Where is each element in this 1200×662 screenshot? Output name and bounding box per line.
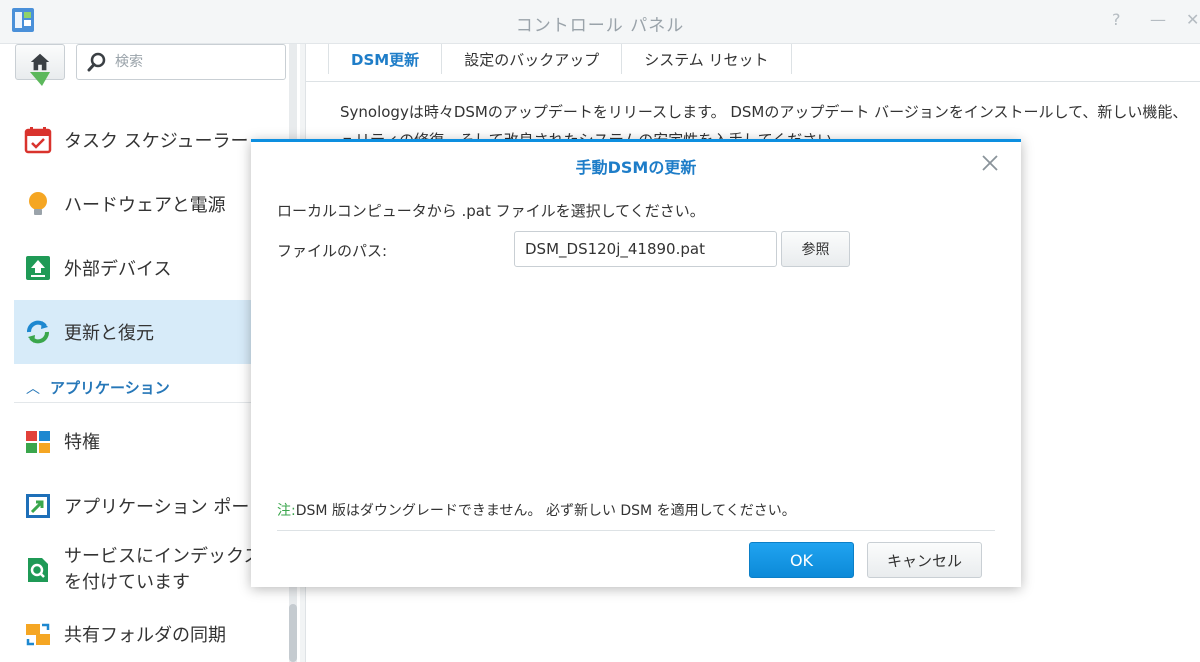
help-icon[interactable]: ? — [1112, 10, 1121, 29]
lightbulb-icon — [24, 190, 52, 218]
file-path-field[interactable] — [514, 231, 777, 267]
tab-system-reset[interactable]: システム リセット — [622, 44, 792, 74]
title-bar: コントロール パネル ? — ✕ — [0, 0, 1200, 44]
sidebar-item-label: 外部デバイス — [64, 259, 172, 280]
sidebar-item-label: 共有フォルダの同期 — [64, 625, 226, 646]
note-prefix: 注: — [277, 503, 296, 519]
task-scheduler-icon — [24, 126, 52, 154]
dialog-title: 手動DSMの更新 — [575, 158, 697, 177]
indexing-service-icon — [24, 556, 52, 584]
sidebar-item-label: タスク スケジューラー — [64, 131, 249, 152]
dialog-instruction: ローカルコンピュータから .pat ファイルを選択してください。 — [277, 202, 705, 220]
home-icon — [30, 53, 50, 71]
sidebar-item-label: 更新と復元 — [64, 323, 154, 344]
tab-divider — [306, 81, 1200, 82]
sidebar-item-external-devices[interactable]: 外部デバイス — [14, 236, 290, 300]
close-window-icon[interactable]: ✕ — [1186, 10, 1199, 29]
sidebar-item-hardware-power[interactable]: ハードウェアと電源 — [14, 172, 290, 236]
chevron-up-icon: ︿ — [26, 380, 40, 397]
minimize-icon[interactable]: — — [1150, 10, 1166, 29]
search-input[interactable] — [115, 51, 280, 73]
dialog-note: 注:DSM 版はダウングレードできません。 必ず新しい DSM を適用してくださ… — [277, 500, 796, 520]
scrollbar-thumb[interactable] — [289, 604, 297, 662]
ok-button[interactable]: OK — [749, 542, 854, 578]
sidebar-item-label: 特権 — [64, 432, 100, 453]
close-icon[interactable] — [979, 152, 1001, 174]
section-header-label: アプリケーション — [50, 379, 170, 397]
tab-config-backup[interactable]: 設定のバックアップ — [442, 44, 623, 74]
description-line-1: Synologyは時々DSMのアップデートをリリースします。 DSMのアップデー… — [340, 103, 1188, 121]
tab-dsm-update[interactable]: DSM更新 — [328, 44, 443, 74]
search-icon — [87, 52, 106, 72]
privileges-icon — [24, 427, 52, 455]
sidebar-item-label: ハードウェアと電源 — [64, 195, 226, 216]
partial-icon — [30, 72, 50, 86]
shared-folder-sync-icon — [24, 620, 52, 648]
sidebar-item-shared-folder-sync[interactable]: 共有フォルダの同期 — [14, 602, 290, 662]
sidebar-item-indexing-service[interactable]: サービスにインデックスを付けています — [14, 538, 290, 602]
note-text: DSM 版はダウングレードできません。 必ず新しい DSM を適用してください。 — [295, 503, 796, 519]
tab-bar: DSM更新 設定のバックアップ システム リセット — [328, 44, 792, 74]
file-path-label: ファイルのパス: — [277, 242, 388, 260]
window-title: コントロール パネル — [515, 16, 685, 36]
update-description: Synologyは時々DSMのアップデートをリリースします。 DSMのアップデー… — [340, 98, 1200, 144]
sidebar-item-label: サービスにインデックスを付けています — [64, 546, 262, 593]
sidebar-item-update-restore[interactable]: 更新と復元 — [14, 300, 290, 364]
external-device-icon — [24, 254, 52, 282]
manual-dsm-update-dialog: 手動DSMの更新 ローカルコンピュータから .pat ファイルを選択してください… — [251, 139, 1021, 587]
sidebar-item-task-scheduler[interactable]: タスク スケジューラー — [14, 108, 290, 172]
update-restore-icon — [24, 318, 52, 346]
sidebar-item-partial — [14, 72, 290, 88]
sidebar-item-application-portal[interactable]: アプリケーション ポータル — [14, 474, 290, 538]
app-portal-icon — [24, 492, 52, 520]
cancel-button[interactable]: キャンセル — [867, 542, 982, 578]
section-header-applications[interactable]: ︿ アプリケーション — [14, 373, 290, 403]
browse-button[interactable]: 参照 — [781, 231, 850, 267]
sidebar-item-privileges[interactable]: 特権 — [14, 409, 290, 473]
dialog-divider — [277, 530, 995, 531]
